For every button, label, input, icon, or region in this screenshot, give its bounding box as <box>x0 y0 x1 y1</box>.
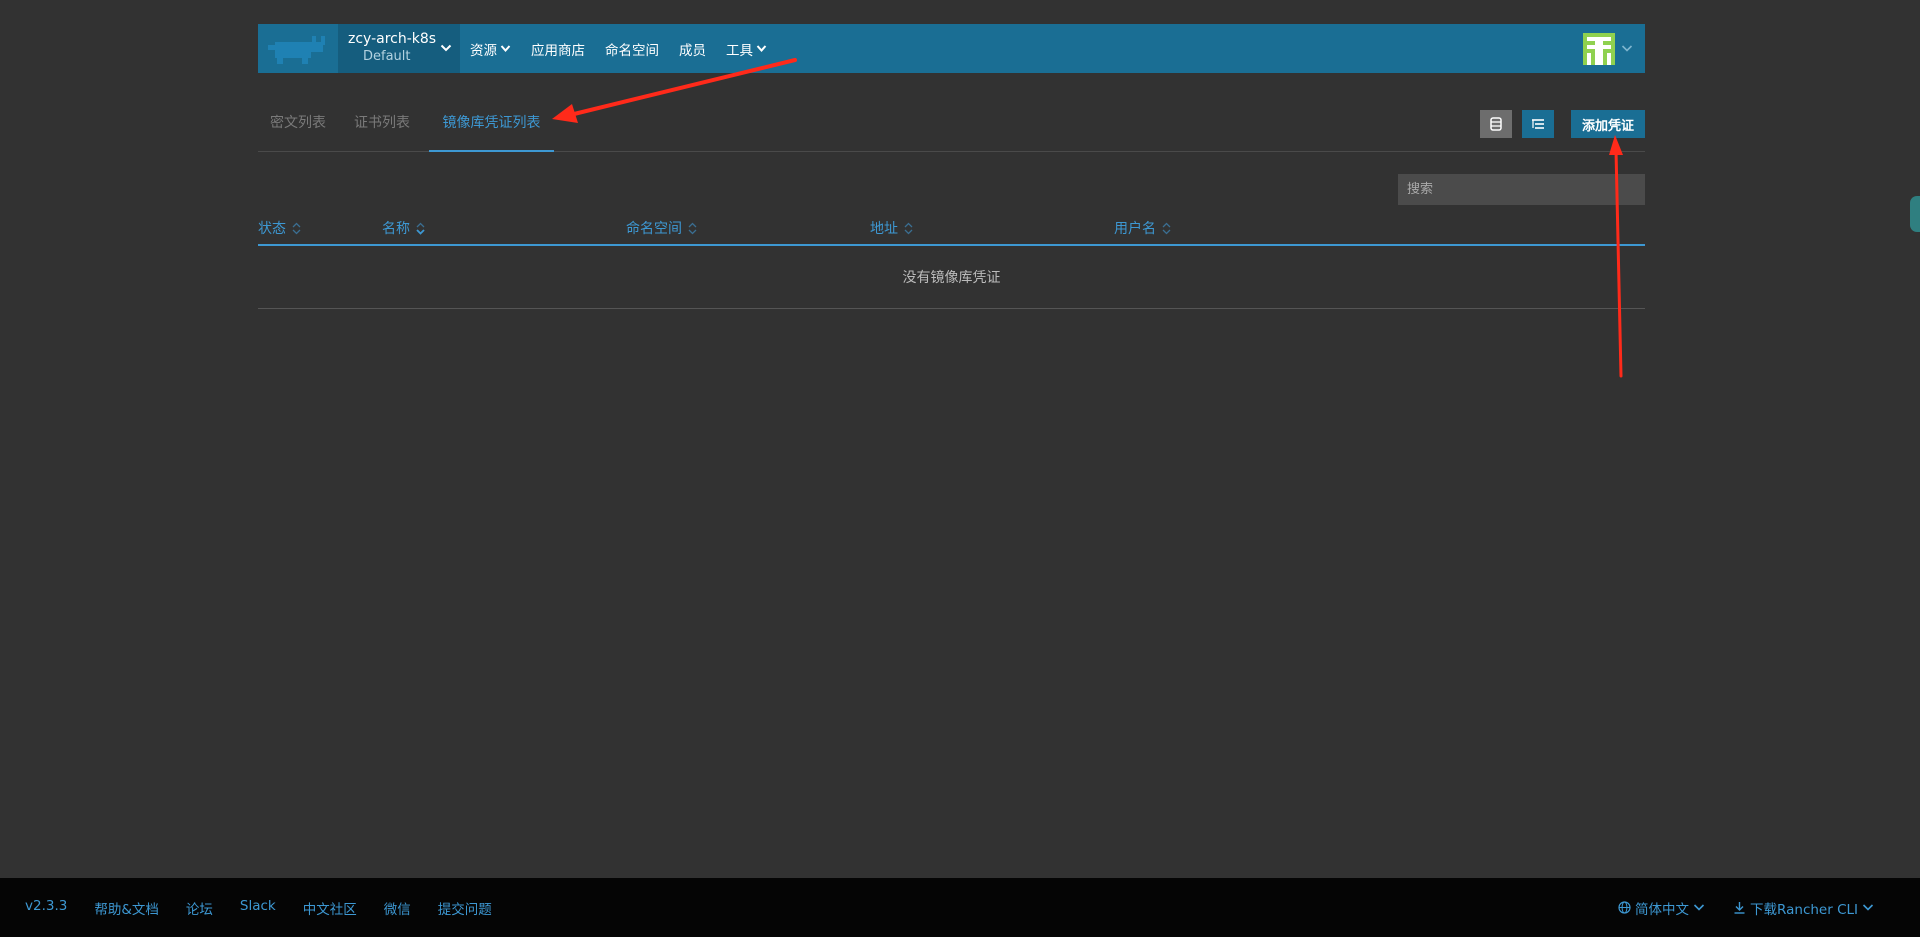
flat-list-view-button[interactable] <box>1480 110 1512 138</box>
rancher-logo[interactable] <box>258 24 338 73</box>
language-selector[interactable]: 简体中文 <box>1614 898 1709 918</box>
avatar <box>1583 32 1615 65</box>
download-cli-label: 下载Rancher CLI <box>1750 901 1858 918</box>
download-cli-menu[interactable]: 下载Rancher CLI <box>1729 898 1878 918</box>
sort-ascending-icon <box>416 222 425 235</box>
grouped-view-button[interactable] <box>1522 110 1554 138</box>
sort-icon <box>688 222 697 234</box>
column-state[interactable]: 状态 <box>258 218 301 238</box>
column-username[interactable]: 用户名 <box>1114 218 1171 238</box>
download-icon <box>1734 902 1745 914</box>
side-panel-handle[interactable] <box>1910 196 1920 232</box>
chevron-down-icon <box>440 44 452 52</box>
footer-links: v2.3.3 帮助&文档 论坛 Slack 中文社区 微信 提交问题 <box>0 898 519 918</box>
tab-secrets[interactable]: 密文列表 <box>258 105 338 152</box>
column-namespace-label: 命名空间 <box>626 221 682 237</box>
column-state-label: 状态 <box>258 221 286 237</box>
column-username-label: 用户名 <box>1114 221 1156 237</box>
language-label: 简体中文 <box>1635 901 1690 918</box>
footer-chinese-community[interactable]: 中文社区 <box>303 898 357 918</box>
column-namespace[interactable]: 命名空间 <box>626 218 697 238</box>
nav-tools-label: 工具 <box>726 42 753 59</box>
chevron-down-icon <box>1621 45 1633 52</box>
nav-tools[interactable]: 工具 <box>716 24 777 73</box>
nav-resources[interactable]: 资源 <box>460 24 521 73</box>
user-menu[interactable] <box>1583 24 1645 73</box>
column-address-label: 地址 <box>870 221 898 237</box>
footer-file-issue[interactable]: 提交问题 <box>438 898 492 918</box>
column-name[interactable]: 名称 <box>382 218 425 238</box>
cluster-project-switcher[interactable]: zcy-arch-k8s Default <box>338 24 460 73</box>
nav-namespaces[interactable]: 命名空间 <box>595 24 669 73</box>
footer-version[interactable]: v2.3.3 <box>25 898 67 918</box>
chevron-down-icon <box>500 45 511 53</box>
top-navigation-bar: zcy-arch-k8s Default 资源 应用商店 命名空间 成员 工具 <box>258 24 1645 73</box>
nav-app-store-label: 应用商店 <box>531 42 585 59</box>
chevron-down-icon <box>1862 904 1874 911</box>
nav-namespaces-label: 命名空间 <box>605 42 659 59</box>
add-credential-button[interactable]: 添加凭证 <box>1571 110 1645 138</box>
sort-icon <box>292 222 301 234</box>
nav-resources-label: 资源 <box>470 42 497 59</box>
chevron-down-icon <box>1693 904 1705 911</box>
footer: v2.3.3 帮助&文档 论坛 Slack 中文社区 微信 提交问题 简体中文 <box>0 878 1920 937</box>
column-name-label: 名称 <box>382 221 410 237</box>
nav-members-label: 成员 <box>679 42 706 59</box>
nav-members[interactable]: 成员 <box>669 24 716 73</box>
table-header: 状态 名称 命名空间 地址 用户名 <box>258 216 1645 246</box>
sort-icon <box>904 222 913 234</box>
footer-help-docs[interactable]: 帮助&文档 <box>94 898 159 918</box>
tab-registries[interactable]: 镜像库凭证列表 <box>429 105 554 152</box>
chevron-down-icon <box>756 45 767 53</box>
tree-list-icon <box>1532 119 1544 129</box>
sort-icon <box>1162 222 1171 234</box>
footer-wechat[interactable]: 微信 <box>384 898 411 918</box>
list-icon <box>1490 117 1502 131</box>
globe-icon <box>1618 901 1631 914</box>
column-address[interactable]: 地址 <box>870 218 913 238</box>
tab-certificates[interactable]: 证书列表 <box>342 105 422 152</box>
footer-forum[interactable]: 论坛 <box>186 898 213 918</box>
nav-app-store[interactable]: 应用商店 <box>521 24 595 73</box>
search-input[interactable] <box>1398 174 1645 205</box>
tab-bar: 密文列表 证书列表 镜像库凭证列表 <box>258 105 1645 152</box>
empty-table-message: 没有镜像库凭证 <box>258 246 1645 309</box>
footer-slack[interactable]: Slack <box>240 898 276 918</box>
